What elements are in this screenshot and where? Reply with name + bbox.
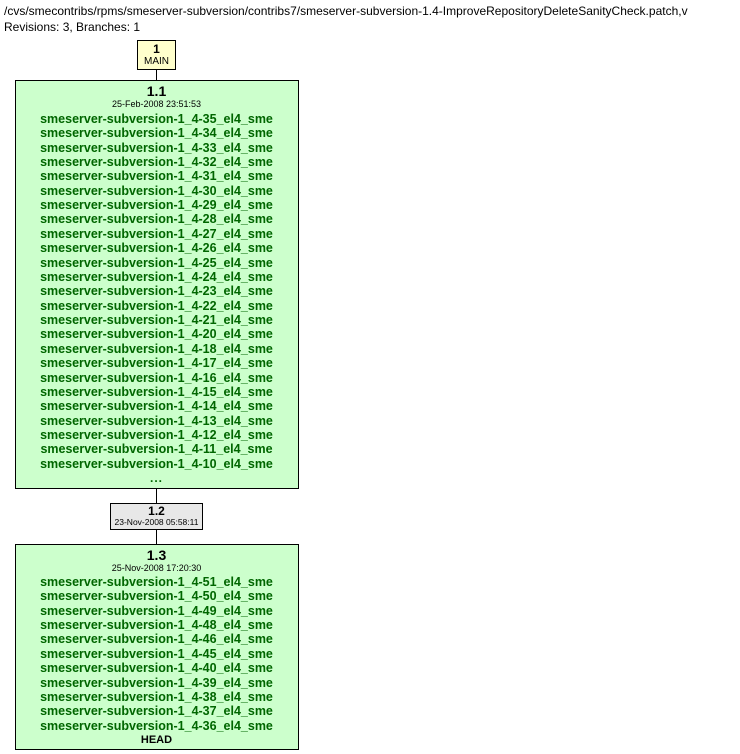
branch-number: 1 <box>144 42 169 56</box>
revision-graph: 1 MAIN 1.1 25-Feb-2008 23:51:53 smeserve… <box>4 40 309 750</box>
connector <box>156 489 157 503</box>
tag: smeserver-subversion-1_4-10_el4_sme <box>22 457 292 471</box>
tag: smeserver-subversion-1_4-26_el4_sme <box>22 241 292 255</box>
revision-date: 23-Nov-2008 05:58:11 <box>115 518 199 527</box>
revision-date: 25-Feb-2008 23:51:53 <box>22 99 292 109</box>
tag: smeserver-subversion-1_4-51_el4_sme <box>22 575 292 589</box>
tag: smeserver-subversion-1_4-22_el4_sme <box>22 299 292 313</box>
tag-list: smeserver-subversion-1_4-51_el4_smesmese… <box>22 575 292 733</box>
tag: smeserver-subversion-1_4-45_el4_sme <box>22 647 292 661</box>
tag-list: smeserver-subversion-1_4-35_el4_smesmese… <box>22 112 292 471</box>
tag: smeserver-subversion-1_4-13_el4_sme <box>22 414 292 428</box>
tag: smeserver-subversion-1_4-48_el4_sme <box>22 618 292 632</box>
tag: smeserver-subversion-1_4-24_el4_sme <box>22 270 292 284</box>
tag: smeserver-subversion-1_4-28_el4_sme <box>22 212 292 226</box>
tag: smeserver-subversion-1_4-21_el4_sme <box>22 313 292 327</box>
branch-label: MAIN <box>144 56 169 68</box>
tag: smeserver-subversion-1_4-30_el4_sme <box>22 184 292 198</box>
tag: smeserver-subversion-1_4-11_el4_sme <box>22 442 292 456</box>
tag: smeserver-subversion-1_4-17_el4_sme <box>22 356 292 370</box>
head-label: HEAD <box>22 734 292 747</box>
revision-number: 1.1 <box>22 83 292 99</box>
revisions-meta: Revisions: 3, Branches: 1 <box>4 20 740 34</box>
tag: smeserver-subversion-1_4-16_el4_sme <box>22 371 292 385</box>
tag: smeserver-subversion-1_4-18_el4_sme <box>22 342 292 356</box>
connector <box>156 70 157 80</box>
tag: smeserver-subversion-1_4-46_el4_sme <box>22 632 292 646</box>
tag: smeserver-subversion-1_4-23_el4_sme <box>22 284 292 298</box>
tag: smeserver-subversion-1_4-33_el4_sme <box>22 141 292 155</box>
file-path: /cvs/smecontribs/rpms/smeserver-subversi… <box>4 4 740 18</box>
tag: smeserver-subversion-1_4-27_el4_sme <box>22 227 292 241</box>
revision-1-1-node[interactable]: 1.1 25-Feb-2008 23:51:53 smeserver-subve… <box>15 80 299 489</box>
tag: smeserver-subversion-1_4-31_el4_sme <box>22 169 292 183</box>
tag: smeserver-subversion-1_4-40_el4_sme <box>22 661 292 675</box>
branch-main-node[interactable]: 1 MAIN <box>137 40 176 70</box>
tag: smeserver-subversion-1_4-25_el4_sme <box>22 256 292 270</box>
tag: smeserver-subversion-1_4-38_el4_sme <box>22 690 292 704</box>
connector <box>156 530 157 544</box>
tag: smeserver-subversion-1_4-20_el4_sme <box>22 327 292 341</box>
tag: smeserver-subversion-1_4-50_el4_sme <box>22 589 292 603</box>
ellipsis: ... <box>22 472 292 486</box>
tag: smeserver-subversion-1_4-29_el4_sme <box>22 198 292 212</box>
revision-date: 25-Nov-2008 17:20:30 <box>22 563 292 573</box>
tag: smeserver-subversion-1_4-15_el4_sme <box>22 385 292 399</box>
tag: smeserver-subversion-1_4-37_el4_sme <box>22 704 292 718</box>
tag: smeserver-subversion-1_4-34_el4_sme <box>22 126 292 140</box>
tag: smeserver-subversion-1_4-14_el4_sme <box>22 399 292 413</box>
tag: smeserver-subversion-1_4-12_el4_sme <box>22 428 292 442</box>
revision-1-3-node[interactable]: 1.3 25-Nov-2008 17:20:30 smeserver-subve… <box>15 544 299 750</box>
tag: smeserver-subversion-1_4-36_el4_sme <box>22 719 292 733</box>
revision-1-2-node[interactable]: 1.2 23-Nov-2008 05:58:11 <box>110 503 204 530</box>
tag: smeserver-subversion-1_4-35_el4_sme <box>22 112 292 126</box>
revision-number: 1.3 <box>22 547 292 563</box>
tag: smeserver-subversion-1_4-39_el4_sme <box>22 676 292 690</box>
tag: smeserver-subversion-1_4-49_el4_sme <box>22 604 292 618</box>
tag: smeserver-subversion-1_4-32_el4_sme <box>22 155 292 169</box>
